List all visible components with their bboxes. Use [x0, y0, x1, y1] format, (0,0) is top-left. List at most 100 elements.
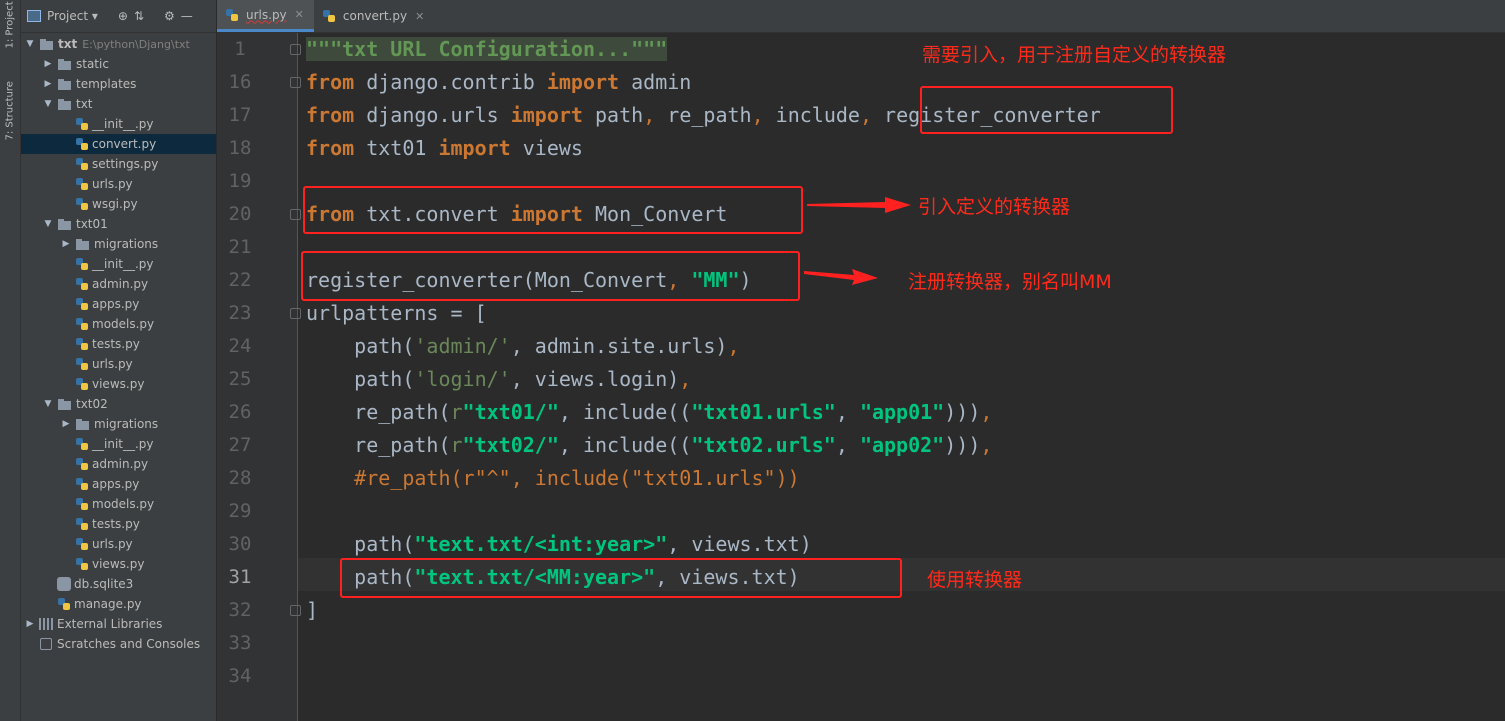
- tree-item-label: migrations: [94, 417, 159, 431]
- code-token: "txt01.urls": [691, 400, 836, 424]
- tree-item-label: settings.py: [92, 157, 159, 171]
- tree-item[interactable]: apps.py: [21, 294, 216, 314]
- python-file-icon: [75, 257, 89, 271]
- close-icon[interactable]: ✕: [295, 8, 304, 21]
- highlight-box-register-call: [301, 251, 800, 301]
- line-number: 1: [234, 38, 246, 60]
- tree-item[interactable]: Scratches and Consoles: [21, 634, 216, 654]
- code-line: from txt01 import views: [306, 132, 583, 165]
- project-tool-tab[interactable]: 1: Project: [1, 0, 19, 76]
- code-line: path("text.txt/<int:year>", views.txt): [306, 528, 812, 561]
- tab-convert-py[interactable]: convert.py ✕: [314, 0, 434, 32]
- code-line: re_path(r"txt02/", include(("txt02.urls"…: [306, 429, 992, 462]
- line-number: 21: [228, 236, 252, 258]
- chevron-right-icon[interactable]: ▶: [61, 239, 71, 249]
- tree-item[interactable]: settings.py: [21, 154, 216, 174]
- tree-item[interactable]: admin.py: [21, 454, 216, 474]
- code-token: re_path(: [306, 400, 451, 424]
- python-file-icon: [75, 377, 89, 391]
- tree-item[interactable]: __init__.py: [21, 434, 216, 454]
- annotation-import-converter: 引入定义的转换器: [918, 196, 1071, 218]
- line-number: 22: [228, 269, 252, 291]
- python-file-icon: [75, 137, 89, 151]
- tree-item-label: __init__.py: [92, 117, 154, 131]
- code-token: "text.txt/<int:year>": [414, 532, 668, 556]
- tree-item[interactable]: urls.py: [21, 174, 216, 194]
- python-file-icon: [322, 9, 336, 23]
- locate-icon[interactable]: ⊕: [118, 9, 128, 23]
- chevron-right-icon[interactable]: ▶: [61, 419, 71, 429]
- code-token: import: [546, 70, 620, 94]
- folder-icon: [57, 98, 73, 110]
- code-token: ,: [835, 433, 848, 457]
- chevron-down-icon[interactable]: ▼: [43, 399, 53, 409]
- tree-item[interactable]: __init__.py: [21, 114, 216, 134]
- chevron-right-icon[interactable]: ▶: [43, 59, 53, 69]
- project-view-dropdown[interactable]: Project ▾: [47, 9, 98, 23]
- chevron-down-icon[interactable]: ▼: [25, 39, 35, 49]
- tree-item[interactable]: urls.py: [21, 354, 216, 374]
- tree-item[interactable]: ▶ static: [21, 54, 216, 74]
- code-editor[interactable]: """txt URL Configuration...""" from djang…: [298, 33, 1505, 721]
- gear-icon[interactable]: ⚙: [164, 9, 175, 23]
- tree-item[interactable]: tests.py: [21, 334, 216, 354]
- tree-item-label: db.sqlite3: [74, 577, 134, 591]
- tree-item[interactable]: ▼ txt: [21, 94, 216, 114]
- python-file-icon: [75, 357, 89, 371]
- tab-urls-py[interactable]: urls.py ✕: [217, 0, 314, 32]
- line-number: 29: [228, 500, 252, 522]
- close-icon[interactable]: ✕: [415, 10, 424, 23]
- tree-item[interactable]: urls.py: [21, 534, 216, 554]
- folder-icon: [57, 78, 73, 90]
- tree-item[interactable]: tests.py: [21, 514, 216, 534]
- tree-item[interactable]: db.sqlite3: [21, 574, 216, 594]
- tree-item[interactable]: models.py: [21, 494, 216, 514]
- line-number: 27: [228, 434, 252, 456]
- code-token: include((: [570, 400, 692, 424]
- arrow-right-icon: [804, 269, 878, 285]
- tree-item[interactable]: ▶ templates: [21, 74, 216, 94]
- tree-item[interactable]: views.py: [21, 374, 216, 394]
- structure-tool-tab[interactable]: 7: Structure: [1, 81, 19, 176]
- chevron-down-icon[interactable]: ▼: [43, 219, 53, 229]
- chevron-right-icon[interactable]: ▶: [43, 79, 53, 89]
- tree-item[interactable]: ▶ External Libraries: [21, 614, 216, 634]
- line-number: 19: [228, 170, 252, 192]
- tree-item[interactable]: ▼ txt E:\python\Djang\txt: [21, 34, 216, 54]
- tree-item[interactable]: models.py: [21, 314, 216, 334]
- tree-item[interactable]: ▶ migrations: [21, 414, 216, 434]
- chevron-down-icon[interactable]: ▼: [43, 99, 53, 109]
- tree-item-label: models.py: [92, 317, 155, 331]
- tree-item[interactable]: manage.py: [21, 594, 216, 614]
- tree-item-label: apps.py: [92, 477, 140, 491]
- tree-item[interactable]: admin.py: [21, 274, 216, 294]
- tree-item-path: E:\python\Djang\txt: [82, 37, 190, 51]
- tree-item[interactable]: ▶ migrations: [21, 234, 216, 254]
- code-token: ))): [944, 433, 981, 457]
- tree-item[interactable]: convert.py: [21, 134, 216, 154]
- tree-item[interactable]: __init__.py: [21, 254, 216, 274]
- code-token: r: [450, 400, 463, 424]
- code-token: include: [763, 103, 860, 127]
- line-number: 17: [228, 104, 252, 126]
- tree-item-label: urls.py: [92, 357, 133, 371]
- python-file-icon: [225, 8, 239, 22]
- project-panel-toolbar: Project ▾ ⊕ ⇅ ⚙ —: [21, 0, 216, 33]
- collapse-icon[interactable]: ⇅: [134, 9, 144, 23]
- tree-item[interactable]: ▼ txt01: [21, 214, 216, 234]
- code-token: ,: [751, 103, 764, 127]
- line-number: 20: [228, 203, 252, 225]
- code-token: path(: [306, 334, 415, 358]
- tree-item-label: Scratches and Consoles: [57, 637, 201, 651]
- code-line: from django.contrib import admin: [306, 66, 691, 99]
- chevron-right-icon[interactable]: ▶: [25, 619, 35, 629]
- tree-item[interactable]: wsgi.py: [21, 194, 216, 214]
- tree-item-label: admin.py: [92, 277, 149, 291]
- code-token: "txt02.urls": [691, 433, 836, 457]
- hide-icon[interactable]: —: [181, 9, 193, 23]
- tree-item[interactable]: ▼ txt02: [21, 394, 216, 414]
- tree-item[interactable]: apps.py: [21, 474, 216, 494]
- tree-item[interactable]: views.py: [21, 554, 216, 574]
- code-line: urlpatterns = [: [306, 297, 487, 330]
- python-file-icon: [75, 557, 89, 571]
